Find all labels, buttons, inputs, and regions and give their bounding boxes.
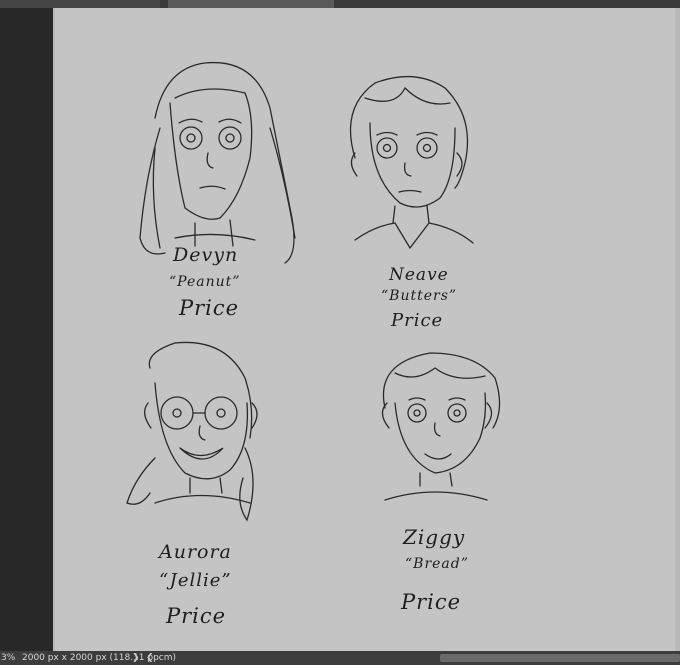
portrait-aurora [126,341,258,522]
document-tab-bar [0,0,680,8]
devyn-last-name: Price [179,296,240,320]
portrait-devyn [139,61,296,264]
ziggy-first-name: Ziggy [403,525,466,549]
neave-first-name: Neave [389,265,449,285]
ziggy-nickname: “Bread” [405,556,469,572]
devyn-nickname: “Peanut” [169,274,241,290]
prev-arrow-icon[interactable]: ❮ [146,651,154,665]
document-tab-2[interactable] [168,0,334,8]
next-arrow-icon[interactable]: ❯ [132,651,140,665]
aurora-last-name: Price [166,604,227,628]
neave-nickname: “Butters” [381,288,458,304]
status-bar: 3% 2000 px x 2000 px (118.11 ppcm) ❯ ❮ [0,651,680,665]
zoom-level[interactable]: 3% [0,651,19,665]
canvas-area[interactable]: Devyn “Peanut” Price Neave “Butters” Pri… [53,8,680,651]
aurora-nickname: “Jellie” [159,570,232,591]
horizontal-scrollbar[interactable] [440,654,680,662]
document-canvas[interactable]: Devyn “Peanut” Price Neave “Butters” Pri… [55,8,675,651]
neave-last-name: Price [391,310,444,331]
portrait-ziggy [381,352,501,501]
ziggy-last-name: Price [401,590,462,614]
aurora-first-name: Aurora [159,541,232,563]
tools-panel [0,8,53,651]
sketch-drawing [126,61,501,522]
devyn-first-name: Devyn [173,244,239,266]
document-tab-1[interactable] [0,0,160,8]
portrait-neave [349,75,474,250]
